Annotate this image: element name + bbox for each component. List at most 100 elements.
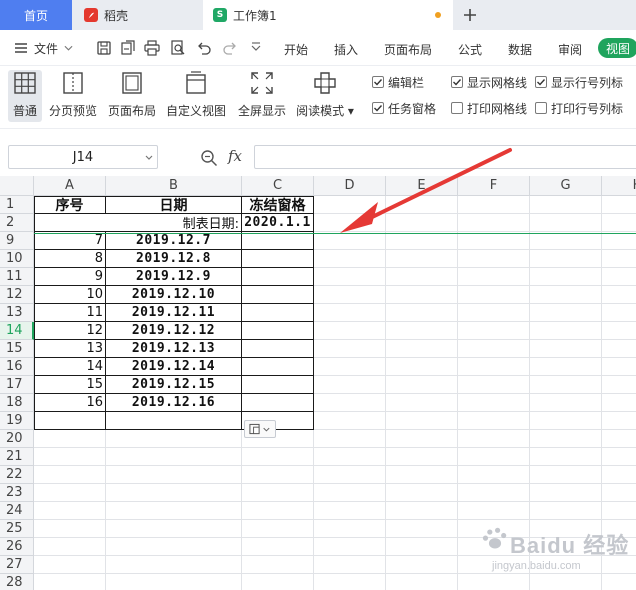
cell-c21[interactable]: [242, 448, 314, 466]
name-box[interactable]: J14: [8, 145, 158, 169]
cell-g2[interactable]: [530, 214, 602, 232]
normal-view-button[interactable]: 普通: [8, 70, 42, 122]
row-header-10[interactable]: 10: [0, 250, 34, 268]
cell-a27[interactable]: [34, 556, 106, 574]
empty-cell[interactable]: [242, 250, 314, 268]
row-header-22[interactable]: 22: [0, 466, 34, 484]
cell-e12[interactable]: [386, 286, 458, 304]
cell-d26[interactable]: [314, 538, 386, 556]
header-cell-date[interactable]: 日期: [106, 196, 242, 214]
cell-e23[interactable]: [386, 484, 458, 502]
cell-e24[interactable]: [386, 502, 458, 520]
row-header-23[interactable]: 23: [0, 484, 34, 502]
date-cell[interactable]: 2019.12.16: [106, 394, 242, 412]
cell-d23[interactable]: [314, 484, 386, 502]
cell-f24[interactable]: [458, 502, 530, 520]
undo-icon[interactable]: [196, 40, 212, 56]
cell-a24[interactable]: [34, 502, 106, 520]
select-all-corner[interactable]: [0, 176, 34, 196]
cell-c25[interactable]: [242, 520, 314, 538]
column-header-b[interactable]: B: [106, 176, 242, 196]
cell-c22[interactable]: [242, 466, 314, 484]
cell-d22[interactable]: [314, 466, 386, 484]
cell-d15[interactable]: [314, 340, 386, 358]
cell-b26[interactable]: [106, 538, 242, 556]
page-layout-view-button[interactable]: 页面布局: [106, 70, 158, 122]
cell-f11[interactable]: [458, 268, 530, 286]
cell-f10[interactable]: [458, 250, 530, 268]
header-cell-seq[interactable]: 序号: [34, 196, 106, 214]
checkbox-show-gridlines[interactable]: 显示网格线: [451, 74, 527, 90]
cell-e18[interactable]: [386, 394, 458, 412]
cell-e14[interactable]: [386, 322, 458, 340]
empty-cell[interactable]: [106, 412, 242, 430]
redo-icon[interactable]: [222, 40, 238, 56]
cell-g15[interactable]: [530, 340, 602, 358]
cell-e27[interactable]: [386, 556, 458, 574]
cell-e17[interactable]: [386, 376, 458, 394]
column-header-a[interactable]: A: [34, 176, 106, 196]
cell-e26[interactable]: [386, 538, 458, 556]
seq-cell[interactable]: 15: [34, 376, 106, 394]
cell-a23[interactable]: [34, 484, 106, 502]
empty-cell[interactable]: [242, 394, 314, 412]
column-header-c[interactable]: C: [242, 176, 314, 196]
cell-h15[interactable]: [602, 340, 636, 358]
cell-g10[interactable]: [530, 250, 602, 268]
cell-f17[interactable]: [458, 376, 530, 394]
row-header-16[interactable]: 16: [0, 358, 34, 376]
seq-cell[interactable]: 8: [34, 250, 106, 268]
date-cell[interactable]: 2019.12.7: [106, 232, 242, 250]
tab-workbook[interactable]: S 工作簿1: [203, 0, 453, 30]
cell-f21[interactable]: [458, 448, 530, 466]
header-cell-freeze[interactable]: 冻结窗格: [242, 196, 314, 214]
reading-mode-button[interactable]: 阅读模式 ▾: [294, 70, 356, 122]
cell-h12[interactable]: [602, 286, 636, 304]
cell-g17[interactable]: [530, 376, 602, 394]
cell-d28[interactable]: [314, 574, 386, 590]
cell-h11[interactable]: [602, 268, 636, 286]
cell-f20[interactable]: [458, 430, 530, 448]
cell-e21[interactable]: [386, 448, 458, 466]
export-pdf-icon[interactable]: [120, 40, 136, 56]
row-header-17[interactable]: 17: [0, 376, 34, 394]
cell-a28[interactable]: [34, 574, 106, 590]
checkbox-task-pane[interactable]: 任务窗格: [372, 100, 436, 116]
new-tab-button[interactable]: [458, 4, 482, 26]
cell-h16[interactable]: [602, 358, 636, 376]
cell-h21[interactable]: [602, 448, 636, 466]
cell-b27[interactable]: [106, 556, 242, 574]
cell-f15[interactable]: [458, 340, 530, 358]
cell-d16[interactable]: [314, 358, 386, 376]
empty-cell[interactable]: [34, 412, 106, 430]
cell-a20[interactable]: [34, 430, 106, 448]
row-header-18[interactable]: 18: [0, 394, 34, 412]
cell-d24[interactable]: [314, 502, 386, 520]
row-header-12[interactable]: 12: [0, 286, 34, 304]
cell-e15[interactable]: [386, 340, 458, 358]
cell-h22[interactable]: [602, 466, 636, 484]
cell-d17[interactable]: [314, 376, 386, 394]
cell-c24[interactable]: [242, 502, 314, 520]
cell-b23[interactable]: [106, 484, 242, 502]
seq-cell[interactable]: 16: [34, 394, 106, 412]
seq-cell[interactable]: 12: [34, 322, 106, 340]
row-header-9[interactable]: 9: [0, 232, 34, 250]
cell-g20[interactable]: [530, 430, 602, 448]
cell-b21[interactable]: [106, 448, 242, 466]
cell-e10[interactable]: [386, 250, 458, 268]
menu-formula[interactable]: 公式: [458, 41, 482, 58]
empty-cell[interactable]: [242, 304, 314, 322]
tab-home[interactable]: 首页: [0, 0, 72, 30]
cell-a22[interactable]: [34, 466, 106, 484]
cell-a21[interactable]: [34, 448, 106, 466]
checkbox-formula-bar[interactable]: 编辑栏: [372, 74, 424, 90]
cell-b28[interactable]: [106, 574, 242, 590]
cell-c28[interactable]: [242, 574, 314, 590]
cell-d21[interactable]: [314, 448, 386, 466]
empty-cell[interactable]: [242, 358, 314, 376]
cell-g11[interactable]: [530, 268, 602, 286]
cell-h23[interactable]: [602, 484, 636, 502]
empty-cell[interactable]: [242, 286, 314, 304]
custom-view-button[interactable]: 自定义视图: [164, 70, 228, 122]
